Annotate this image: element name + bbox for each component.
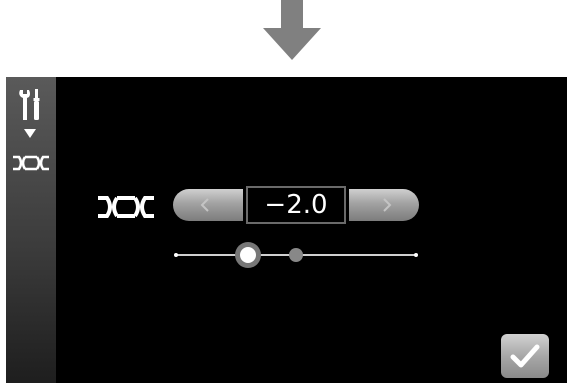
confirm-button[interactable] — [501, 334, 549, 378]
slider-default-marker — [289, 248, 303, 262]
sidebar — [6, 77, 56, 383]
value-stepper: −2.0 — [173, 185, 419, 225]
decrease-button[interactable] — [173, 189, 243, 221]
mirror-adjust-icon — [13, 155, 49, 171]
chevron-left-icon — [200, 198, 209, 212]
chevron-right-icon — [383, 198, 392, 212]
caret-down-icon — [24, 129, 36, 138]
device-screen: −2.0 — [6, 77, 567, 383]
slider-thumb-core — [240, 247, 256, 263]
slider-end-max — [414, 253, 418, 257]
tools-icon[interactable] — [17, 88, 43, 122]
adjustment-slider[interactable] — [171, 240, 421, 270]
increase-button[interactable] — [349, 189, 419, 221]
down-arrow-icon — [263, 0, 321, 60]
mirror-adjust-icon — [98, 196, 154, 218]
page: −2.0 — [0, 0, 571, 387]
value-display: −2.0 — [246, 186, 346, 224]
checkmark-icon — [510, 344, 540, 368]
slider-end-min — [174, 253, 178, 257]
